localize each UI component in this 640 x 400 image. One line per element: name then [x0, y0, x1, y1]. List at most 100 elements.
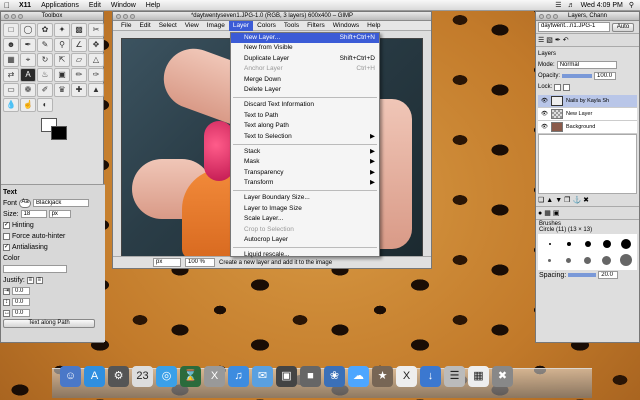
brush-item[interactable] [541, 237, 558, 251]
x-icon[interactable]: X [396, 366, 417, 387]
finder-icon[interactable]: ☺ [60, 366, 81, 387]
clock[interactable]: Wed 4:09 PM [581, 2, 623, 9]
menu-windows[interactable]: Windows [329, 21, 363, 31]
brush-item[interactable] [541, 253, 558, 267]
menu-item-layer-to-image-size[interactable]: Layer to Image Size [231, 204, 379, 214]
layer-name[interactable]: Nails by Kayla Sh [566, 98, 609, 104]
justify-left-icon[interactable]: ≡ [26, 276, 34, 284]
lock-pixels-checkbox[interactable] [554, 83, 562, 91]
menu-filters[interactable]: Filters [303, 21, 329, 31]
menu-item-transparency[interactable]: Transparency ▶ [231, 168, 379, 178]
opacity-input[interactable]: 100.0 [594, 72, 617, 80]
font-preview-icon[interactable]: Aa [19, 198, 32, 208]
auto-button[interactable]: Auto [612, 22, 634, 32]
new-layer-icon[interactable]: ❏ [538, 196, 544, 204]
unit-select[interactable]: px [153, 258, 181, 267]
brush-item[interactable] [560, 237, 577, 251]
text-along-path-button[interactable]: Text along Path [3, 319, 95, 328]
gradients-tab-icon[interactable]: ▣ [553, 209, 560, 217]
zoom-select[interactable]: 100 % [185, 258, 215, 267]
calendar-icon[interactable]: 23 [132, 366, 153, 387]
menu-item-layer-boundary-size[interactable]: Layer Boundary Size... [231, 193, 379, 203]
spacing-slider[interactable] [568, 273, 597, 277]
wifi-icon[interactable]: ☰ [555, 1, 561, 9]
minimize-button[interactable] [546, 14, 551, 19]
color-select-tool-icon[interactable]: ▩ [71, 23, 87, 37]
justify-right-icon[interactable]: ≡ [35, 276, 43, 284]
paths-tool-icon[interactable]: ✒ [20, 38, 36, 52]
brush-item[interactable] [617, 237, 634, 251]
bucket-fill-tool-icon[interactable]: ♨ [37, 68, 53, 82]
menu-help[interactable]: Help [363, 21, 384, 31]
applications-stack-icon[interactable]: ▦ [468, 366, 489, 387]
layer-row[interactable]: 👁 New Layer [538, 108, 637, 121]
smudge-tool-icon[interactable]: ☝ [20, 98, 36, 112]
menu-image[interactable]: Image [203, 21, 229, 31]
align-tool-icon[interactable]: ▦ [3, 53, 19, 67]
dashboard-icon[interactable]: ⚙ [108, 366, 129, 387]
close-button[interactable] [4, 14, 9, 19]
force-autohinter-checkbox[interactable] [3, 232, 10, 240]
lock-alpha-checkbox[interactable] [563, 83, 571, 91]
downloads-folder-icon[interactable]: ↓ [420, 366, 441, 387]
paths-tab-icon[interactable]: ✒ [555, 36, 561, 44]
brush-item[interactable] [579, 253, 596, 267]
rotate-tool-icon[interactable]: ↻ [37, 53, 53, 67]
volume-icon[interactable]: ♬ [568, 2, 575, 9]
iphoto-icon[interactable]: ❀ [324, 366, 345, 387]
menu-item-stack[interactable]: Stack ▶ [231, 147, 379, 157]
brush-item[interactable] [598, 253, 615, 267]
menu-item-new-from-visible[interactable]: New from Visible [231, 43, 379, 53]
scissors-tool-icon[interactable]: ✂ [88, 23, 104, 37]
eye-icon[interactable]: 👁 [541, 111, 548, 117]
mail-icon[interactable]: ✉ [252, 366, 273, 387]
menu-tools[interactable]: Tools [280, 21, 303, 31]
mode-select[interactable]: Normal [556, 61, 617, 69]
text-tool-icon[interactable]: A [20, 68, 36, 82]
raise-layer-icon[interactable]: ▲ [546, 197, 553, 204]
opacity-slider[interactable] [562, 74, 593, 78]
toolbox-titlebar[interactable]: Toolbox [1, 12, 103, 21]
crop-tool-icon[interactable]: ⌖ [20, 53, 36, 67]
brush-item[interactable] [617, 253, 634, 267]
brush-item[interactable] [560, 253, 577, 267]
menu-view[interactable]: View [181, 21, 203, 31]
itunes-icon[interactable]: ♫ [228, 366, 249, 387]
shear-tool-icon[interactable]: ▱ [71, 53, 87, 67]
delete-layer-icon[interactable]: ✖ [583, 196, 589, 204]
brush-item[interactable] [598, 237, 615, 251]
layer-row[interactable]: 👁 Nails by Kayla Sh [538, 95, 637, 108]
gimp-icon[interactable]: ★ [372, 366, 393, 387]
line-spacing-input[interactable]: 0.0 [12, 298, 30, 306]
menubar-item-help[interactable]: Help [141, 2, 165, 9]
heal-tool-icon[interactable]: ✚ [71, 83, 87, 97]
measure-tool-icon[interactable]: ∠ [71, 38, 87, 52]
cloud-icon[interactable]: ☁ [348, 366, 369, 387]
zoom-button[interactable] [553, 14, 558, 19]
size-unit-select[interactable]: px [48, 210, 71, 218]
photobooth-icon[interactable]: ▣ [276, 366, 297, 387]
perspective-tool-icon[interactable]: △ [88, 53, 104, 67]
duplicate-layer-icon[interactable]: ❐ [564, 196, 570, 204]
documents-icon[interactable]: ☰ [444, 366, 465, 387]
rect-select-tool-icon[interactable]: □ [3, 23, 19, 37]
spotlight-icon[interactable]: ⚲ [629, 1, 634, 9]
menu-item-delete-layer[interactable]: Delete Layer [231, 85, 379, 95]
image-select[interactable]: daytwent...n1.JPG-1 [538, 22, 610, 32]
fuzzy-select-tool-icon[interactable]: ✦ [54, 23, 70, 37]
brushes-tab-icon[interactable]: ● [538, 210, 542, 217]
x11-icon[interactable]: X [204, 366, 225, 387]
menu-item-autocrop-layer[interactable]: Autocrop Layer [231, 235, 379, 245]
eye-icon[interactable]: 👁 [541, 124, 548, 130]
eraser-tool-icon[interactable]: ▭ [3, 83, 19, 97]
background-color-swatch[interactable] [51, 126, 67, 140]
menu-file[interactable]: File [117, 21, 135, 31]
menu-item-new-layer[interactable]: New Layer... Shift+Ctrl+N [231, 33, 379, 44]
trash-icon[interactable]: ✖ [492, 366, 513, 387]
ellipse-select-tool-icon[interactable]: ◯ [20, 23, 36, 37]
ink-tool-icon[interactable]: ✐ [37, 83, 53, 97]
blur-tool-icon[interactable]: 💧 [3, 98, 19, 112]
free-select-tool-icon[interactable]: ✿ [37, 23, 53, 37]
hinting-checkbox[interactable]: ✓ [3, 221, 10, 229]
menu-item-mask[interactable]: Mask ▶ [231, 157, 379, 167]
